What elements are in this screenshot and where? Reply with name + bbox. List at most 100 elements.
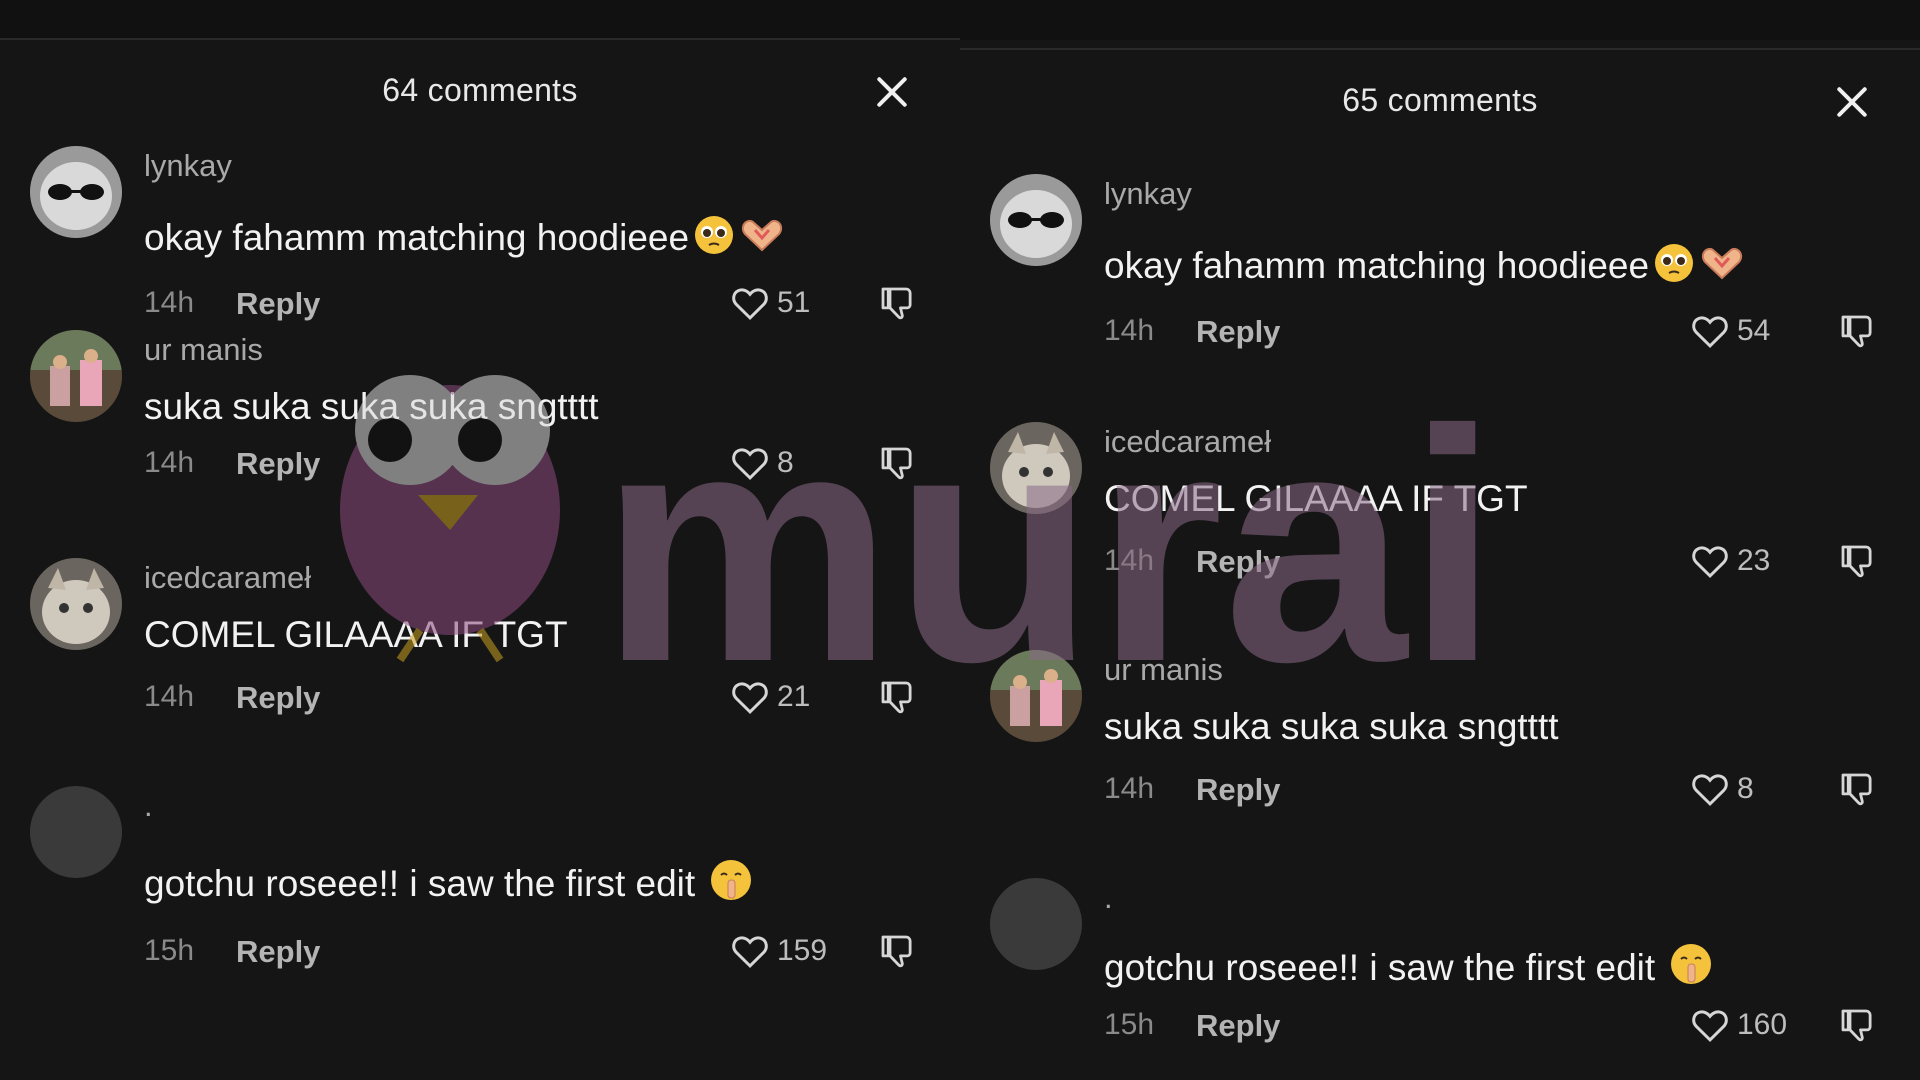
comment-username[interactable]: lynkay: [1104, 176, 1192, 212]
heart-outline-icon: [1692, 1010, 1728, 1042]
comment-text: COMEL GILAAAA IF TGT: [1104, 478, 1528, 519]
heart-outline-icon: [1692, 546, 1728, 578]
like-count: 160: [1737, 1008, 1788, 1041]
dislike-icon[interactable]: [876, 282, 918, 324]
like-count: 23: [1737, 544, 1771, 577]
reply-button[interactable]: Reply: [1196, 314, 1280, 350]
comment-time: 14h: [1104, 544, 1155, 577]
like-button[interactable]: 8: [729, 442, 794, 484]
comment-item: lynkay okay fahamm matching hoodieee 14h…: [960, 174, 1920, 374]
avatar[interactable]: [990, 878, 1082, 970]
comment-item: ur manis suka suka suka suka sngtttt 14h…: [960, 650, 1920, 850]
shushing-face-icon: [1669, 942, 1713, 995]
dislike-icon[interactable]: [1836, 768, 1878, 810]
comment-text-content: gotchu roseee!! i saw the first edit: [1104, 947, 1656, 988]
pleading-face-icon: [693, 214, 735, 265]
comment-username[interactable]: .: [1104, 880, 1113, 916]
like-button[interactable]: 21: [729, 676, 810, 718]
reply-button[interactable]: Reply: [236, 934, 320, 970]
heart-outline-icon: [732, 288, 768, 320]
comment-item: . gotchu roseee!! i saw the first edit 1…: [960, 878, 1920, 1078]
comments-count-title: 65 comments: [1342, 82, 1538, 118]
comment-text-content: okay fahamm matching hoodieee: [144, 217, 690, 258]
avatar[interactable]: [30, 146, 122, 238]
comment-meta: 14h Reply 54: [1104, 314, 1904, 354]
comment-text: okay fahamm matching hoodieee: [144, 214, 785, 265]
like-count: 8: [1737, 772, 1754, 805]
comment-text: okay fahamm matching hoodieee: [1104, 242, 1745, 293]
comment-text: gotchu roseee!! i saw the first edit: [1104, 942, 1713, 995]
dislike-icon[interactable]: [876, 442, 918, 484]
comment-text: COMEL GILAAAA IF TGT: [144, 614, 568, 655]
heart-outline-icon: [732, 448, 768, 480]
like-count: 159: [777, 934, 828, 967]
pleading-face-icon: [1653, 242, 1695, 293]
comment-time: 14h: [1104, 314, 1155, 347]
avatar[interactable]: [30, 786, 122, 878]
like-count: 21: [777, 680, 811, 713]
comment-item: icedcarameł COMEL GILAAAA IF TGT 14h Rep…: [0, 558, 960, 758]
dislike-icon[interactable]: [1836, 1004, 1878, 1046]
comment-time: 14h: [1104, 772, 1155, 805]
comments-panel-right: 65 comments lynkay okay fahamm matching …: [960, 48, 1920, 1080]
avatar[interactable]: [30, 558, 122, 650]
comment-meta: 14h Reply 51: [144, 286, 944, 326]
like-count: 54: [1737, 314, 1771, 347]
comment-meta: 14h Reply 21: [144, 680, 944, 720]
comment-meta: 15h Reply 159: [144, 934, 944, 974]
like-button[interactable]: 159: [729, 930, 827, 972]
top-strip: [0, 0, 1920, 40]
comment-meta: 14h Reply 8: [1104, 772, 1904, 812]
heart-hands-icon: [739, 214, 785, 265]
comment-username[interactable]: icedcarameł: [144, 560, 311, 596]
comment-text-content: okay fahamm matching hoodieee: [1104, 245, 1650, 286]
close-icon[interactable]: [874, 74, 910, 110]
reply-button[interactable]: Reply: [236, 680, 320, 716]
comment-text: suka suka suka suka sngtttt: [1104, 706, 1559, 747]
comments-count-title: 64 comments: [382, 72, 578, 108]
comment-username[interactable]: ur manis: [144, 332, 263, 368]
avatar[interactable]: [30, 330, 122, 422]
screenshot-stage: 64 comments lynkay okay fahamm matching …: [0, 0, 1920, 1080]
comment-time: 15h: [144, 934, 195, 967]
comment-username[interactable]: lynkay: [144, 148, 232, 184]
dislike-icon[interactable]: [1836, 310, 1878, 352]
comment-time: 14h: [144, 446, 195, 479]
comment-item: icedcarameł COMEL GILAAAA IF TGT 14h Rep…: [960, 422, 1920, 622]
like-button[interactable]: 54: [1689, 310, 1770, 352]
comment-text-content: gotchu roseee!! i saw the first edit: [144, 863, 696, 904]
like-button[interactable]: 160: [1689, 1004, 1787, 1046]
dislike-icon[interactable]: [876, 676, 918, 718]
heart-outline-icon: [732, 936, 768, 968]
reply-button[interactable]: Reply: [1196, 1008, 1280, 1044]
heart-outline-icon: [1692, 316, 1728, 348]
comment-item: ur manis suka suka suka suka sngtttt 14h…: [0, 330, 960, 530]
heart-hands-icon: [1699, 242, 1745, 293]
reply-button[interactable]: Reply: [1196, 772, 1280, 808]
reply-button[interactable]: Reply: [236, 446, 320, 482]
comment-text: gotchu roseee!! i saw the first edit: [144, 858, 753, 911]
like-button[interactable]: 23: [1689, 540, 1770, 582]
dislike-icon[interactable]: [876, 930, 918, 972]
like-count: 8: [777, 446, 794, 479]
avatar[interactable]: [990, 650, 1082, 742]
comment-username[interactable]: ur manis: [1104, 652, 1223, 688]
like-button[interactable]: 51: [729, 282, 810, 324]
comment-time: 15h: [1104, 1008, 1155, 1041]
comment-item: . gotchu roseee!! i saw the first edit 1…: [0, 786, 960, 986]
comment-username[interactable]: .: [144, 788, 153, 824]
heart-outline-icon: [732, 682, 768, 714]
avatar[interactable]: [990, 174, 1082, 266]
like-button[interactable]: 8: [1689, 768, 1754, 810]
reply-button[interactable]: Reply: [1196, 544, 1280, 580]
close-icon[interactable]: [1834, 84, 1870, 120]
dislike-icon[interactable]: [1836, 540, 1878, 582]
comment-meta: 14h Reply 23: [1104, 544, 1904, 584]
like-count: 51: [777, 286, 811, 319]
shushing-face-icon: [709, 858, 753, 911]
comment-username[interactable]: icedcarameł: [1104, 424, 1271, 460]
reply-button[interactable]: Reply: [236, 286, 320, 322]
comment-time: 14h: [144, 286, 195, 319]
heart-outline-icon: [1692, 774, 1728, 806]
avatar[interactable]: [990, 422, 1082, 514]
